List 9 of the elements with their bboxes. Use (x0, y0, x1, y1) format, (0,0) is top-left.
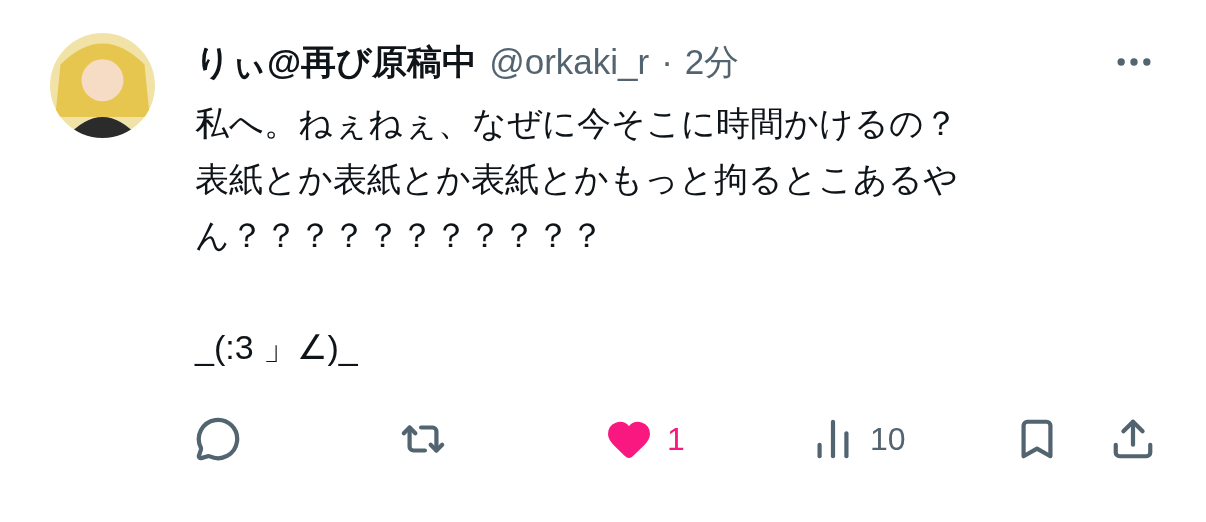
views-button[interactable]: 10 (810, 416, 1014, 462)
post-text: 私へ。ねぇねぇ、なぜに今そこに時間かけるの？表紙とか表紙とか表紙とかもっと拘るとこあるやん？？？？？？？？？？？ (195, 103, 959, 256)
separator: · (661, 42, 673, 82)
author-handle[interactable]: @orkaki_r (489, 42, 650, 82)
post-text: _(:3 」∠)_ (195, 327, 359, 368)
like-button[interactable]: 1 (605, 415, 810, 463)
reply-icon (195, 416, 241, 462)
post-time[interactable]: 2分 (684, 38, 740, 86)
author-name[interactable]: りぃ@再び原稿中 (195, 38, 478, 86)
